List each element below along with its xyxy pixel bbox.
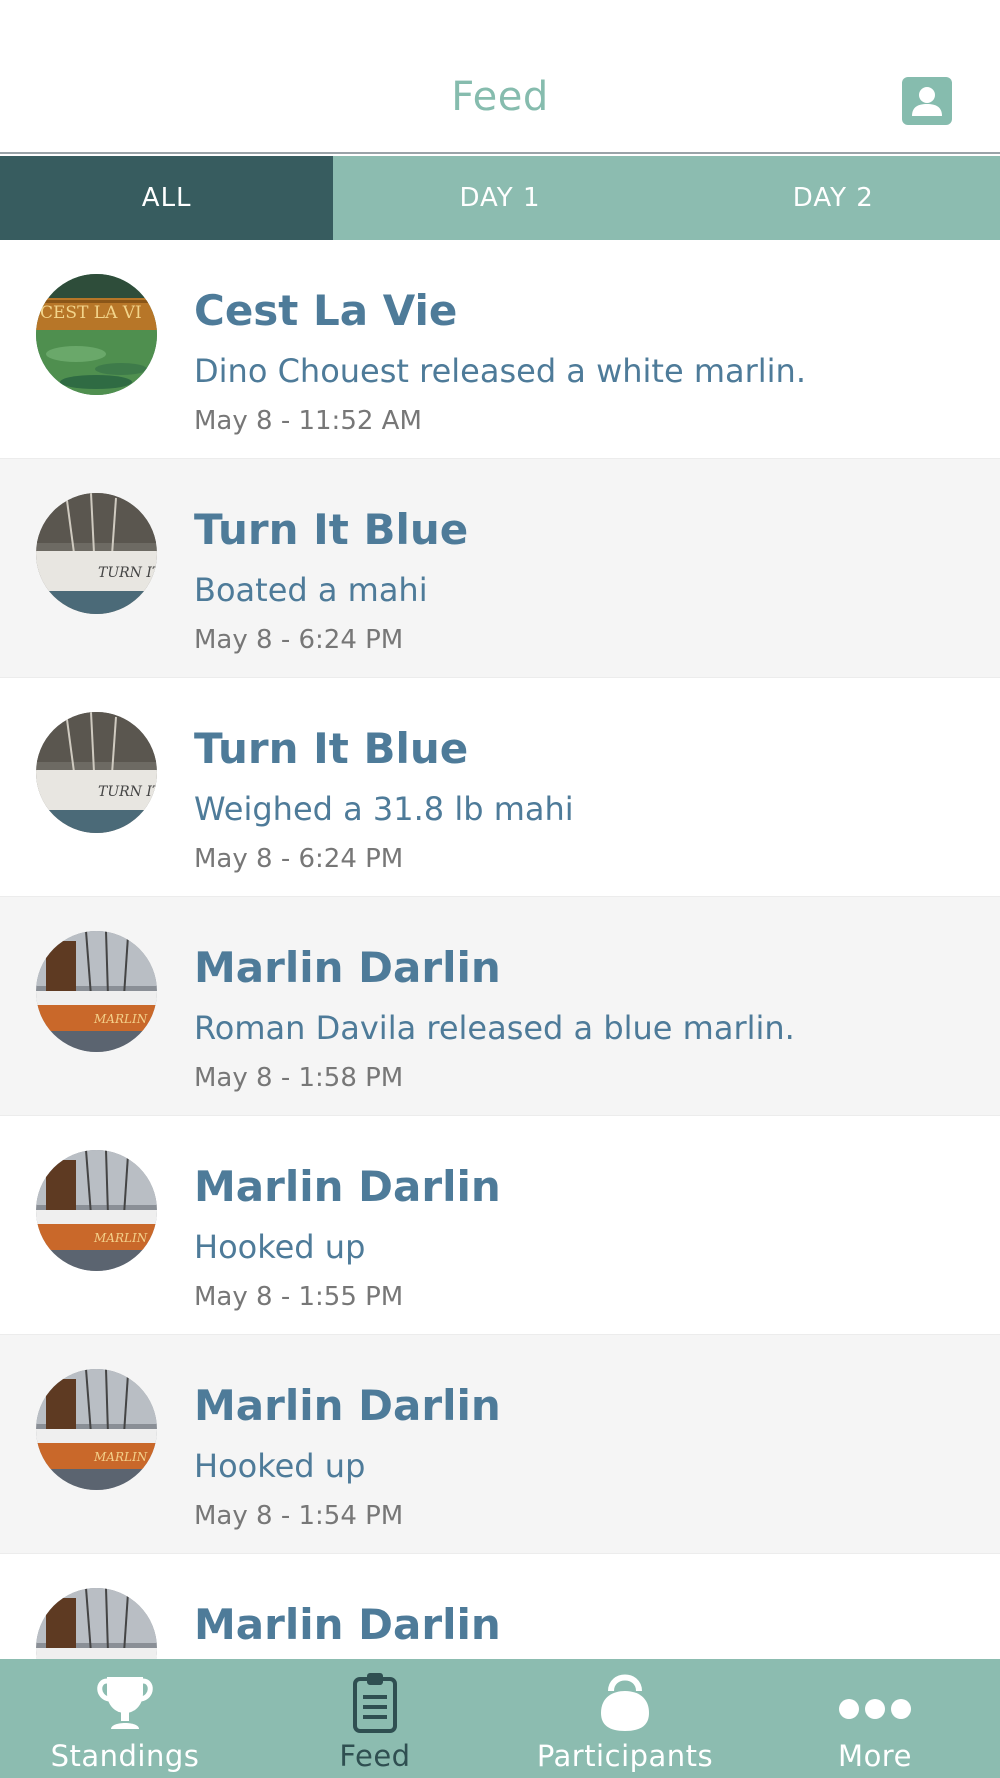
boat-avatar: TURN IT [36, 712, 157, 833]
boat-avatar: TURN IT [36, 493, 157, 614]
boat-avatar: MARLIN [36, 1150, 157, 1271]
svg-text:MARLIN: MARLIN [93, 1012, 148, 1026]
event-time: May 8 - 1:58 PM [194, 1063, 404, 1093]
turn-it-blue-photo: TURN IT [36, 712, 157, 833]
marlin-darlin-photo: MARLIN [36, 1369, 157, 1490]
boat-name: Cest La Vie [194, 286, 458, 335]
profile-button[interactable] [902, 77, 952, 125]
boat-avatar [36, 1588, 157, 1659]
event-description: Boated a mahi [194, 571, 428, 609]
user-icon [912, 87, 942, 116]
feed-list: CEST LA VI Cest La Vie Dino Chouest rele… [0, 240, 1000, 1659]
event-description: Roman Davila released a blue marlin. [194, 1009, 795, 1047]
svg-text:MARLIN: MARLIN [93, 1450, 148, 1464]
boat-name: Marlin Darlin [194, 1600, 501, 1649]
kettlebell-icon [601, 1674, 649, 1731]
nav-participants[interactable]: Participants [500, 1659, 750, 1778]
nav-label: Standings [50, 1739, 200, 1773]
turn-it-blue-photo: TURN IT [36, 493, 157, 614]
nav-label: More [838, 1739, 912, 1773]
svg-text:MARLIN: MARLIN [93, 1231, 148, 1245]
cest-la-vie-photo: CEST LA VI [36, 274, 157, 395]
bottom-nav: Standings Feed Participants More [0, 1659, 1000, 1778]
boat-name: Turn It Blue [194, 505, 469, 554]
boat-name: Marlin Darlin [194, 943, 501, 992]
boat-name: Marlin Darlin [194, 1162, 501, 1211]
trophy-icon [97, 1677, 153, 1729]
feed-item[interactable]: MARLIN Marlin Darlin Hooked up May 8 - 1… [0, 1116, 1000, 1335]
more-dots-icon [839, 1699, 911, 1719]
event-time: May 8 - 1:54 PM [194, 1501, 404, 1531]
nav-feed[interactable]: Feed [250, 1659, 500, 1778]
svg-text:TURN IT: TURN IT [98, 565, 157, 581]
marlin-darlin-photo [36, 1588, 157, 1659]
event-time: May 8 - 11:52 AM [194, 406, 422, 436]
marlin-darlin-photo: MARLIN [36, 931, 157, 1052]
tab-all[interactable]: ALL [0, 156, 334, 240]
boat-name: Marlin Darlin [194, 1381, 501, 1430]
feed-item[interactable]: TURN IT Turn It Blue Weighed a 31.8 lb m… [0, 678, 1000, 897]
boat-avatar: MARLIN [36, 931, 157, 1052]
event-description: Dino Chouest released a white marlin. [194, 352, 806, 390]
nav-label: Participants [536, 1739, 714, 1773]
feed-item[interactable]: CEST LA VI Cest La Vie Dino Chouest rele… [0, 240, 1000, 459]
feed-item[interactable]: MARLIN Marlin Darlin Roman Davila releas… [0, 897, 1000, 1116]
day-filter-tabs: ALL DAY 1 DAY 2 [0, 156, 1000, 240]
top-bar: Feed [0, 0, 1000, 154]
svg-text:CEST LA VI: CEST LA VI [40, 303, 142, 323]
event-time: May 8 - 6:24 PM [194, 844, 404, 874]
tab-day-2[interactable]: DAY 2 [667, 156, 1000, 240]
boat-name: Turn It Blue [194, 724, 469, 773]
tab-day-1[interactable]: DAY 1 [333, 156, 666, 240]
event-time: May 8 - 6:24 PM [194, 625, 404, 655]
boat-avatar: MARLIN [36, 1369, 157, 1490]
event-time: May 8 - 1:55 PM [194, 1282, 404, 1312]
event-description: Hooked up [194, 1447, 366, 1485]
nav-label: Feed [339, 1739, 411, 1773]
marlin-darlin-photo: MARLIN [36, 1150, 157, 1271]
svg-text:TURN IT: TURN IT [98, 784, 157, 800]
feed-item[interactable]: Marlin Darlin [0, 1554, 1000, 1659]
boat-avatar: CEST LA VI [36, 274, 157, 395]
feed-item[interactable]: TURN IT Turn It Blue Boated a mahi May 8… [0, 459, 1000, 678]
nav-more[interactable]: More [750, 1659, 1000, 1778]
clipboard-icon [353, 1673, 397, 1733]
event-description: Weighed a 31.8 lb mahi [194, 790, 574, 828]
feed-item[interactable]: MARLIN Marlin Darlin Hooked up May 8 - 1… [0, 1335, 1000, 1554]
page-title: Feed [451, 74, 549, 120]
nav-standings[interactable]: Standings [0, 1659, 250, 1778]
event-description: Hooked up [194, 1228, 366, 1266]
